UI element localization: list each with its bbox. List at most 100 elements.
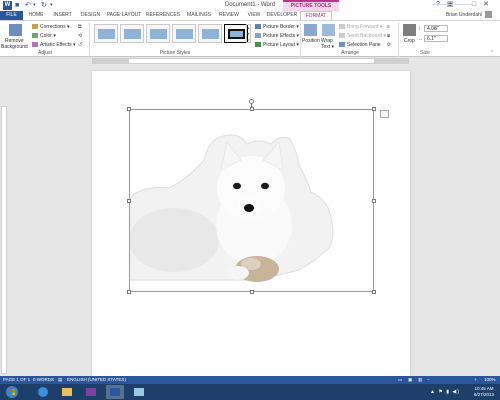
rotate-handle[interactable] (249, 99, 254, 104)
shape-height-field[interactable]: 4.08" (424, 25, 448, 32)
color-button[interactable]: Color ▾ (32, 33, 56, 39)
file-explorer-icon[interactable] (58, 385, 76, 399)
artistic-effects-icon (32, 42, 38, 48)
rotate-icon[interactable]: ⟳ (387, 42, 391, 48)
collapse-ribbon-icon[interactable]: ⌃ (490, 50, 494, 56)
resize-handle[interactable] (127, 199, 131, 203)
compress-pictures-icon[interactable]: ⧉ (78, 24, 82, 30)
user-account[interactable]: Brian Underdahl (446, 11, 492, 20)
zoom-in-icon[interactable]: + (474, 376, 477, 384)
page-count[interactable]: PAGE 1 OF 1 (3, 376, 30, 384)
maximize-button[interactable]: □ (468, 0, 480, 10)
resize-handle[interactable] (250, 107, 254, 111)
start-button[interactable] (3, 385, 21, 399)
picture-selection-frame (127, 107, 376, 294)
zoom-out-icon[interactable]: – (427, 376, 430, 384)
align-icon[interactable]: ≡ (387, 24, 390, 30)
system-tray-icons[interactable]: ▲ ⚑ ▮ ◀) (430, 389, 460, 395)
wrap-text-icon (322, 24, 335, 36)
tab-design[interactable]: DESIGN (77, 11, 104, 20)
divider (398, 23, 399, 57)
tab-view[interactable]: VIEW (243, 11, 265, 20)
styles-gallery-scroll[interactable]: ▴ ▾ ▿ (246, 24, 251, 43)
bring-forward-button[interactable]: Bring Forward ▾ (339, 24, 382, 30)
resize-handle[interactable] (372, 290, 376, 294)
remove-background-button[interactable]: Remove Background (1, 38, 28, 50)
picture-style-thumbnail[interactable] (224, 24, 248, 43)
tab-review[interactable]: REVIEW (216, 11, 242, 20)
crop-icon (403, 24, 416, 36)
arrange-group-label: Arrange (341, 50, 359, 56)
read-mode-icon[interactable]: ▭ (398, 376, 402, 384)
tab-insert[interactable]: INSERT (49, 11, 76, 20)
picture-style-thumbnail[interactable] (146, 24, 170, 43)
word-taskbar-icon[interactable] (106, 385, 124, 399)
resize-handle[interactable] (372, 107, 376, 111)
picture-tools-label: PICTURE TOOLS (283, 0, 339, 11)
shape-width-field[interactable]: 6.1" (424, 35, 448, 42)
tab-home[interactable]: HOME (24, 11, 48, 20)
picture-effects-button[interactable]: Picture Effects ▾ (255, 33, 299, 39)
bring-forward-label: Bring Forward ▾ (347, 24, 383, 30)
document-title: Document1 - Word (224, 2, 276, 8)
resize-handle[interactable] (127, 290, 131, 294)
picture-style-thumbnail[interactable] (94, 24, 118, 43)
vertical-ruler[interactable] (0, 66, 8, 374)
artistic-effects-button[interactable]: Artistic Effects ▾ (32, 42, 75, 48)
picture-border-button[interactable]: Picture Border ▾ (255, 24, 299, 30)
send-backward-button[interactable]: Send Backward ▾ (339, 33, 386, 39)
selection-pane-button[interactable]: Selection Pane (339, 42, 381, 48)
picture-border-icon (255, 24, 261, 30)
tab-references[interactable]: REFERENCES (144, 11, 182, 20)
word-count[interactable]: 0 WORDS (33, 376, 54, 384)
corrections-icon (32, 24, 38, 30)
minimize-button[interactable]: – (456, 0, 468, 10)
close-button[interactable]: ✕ (480, 0, 492, 10)
picture-style-thumbnail[interactable] (198, 24, 222, 43)
ribbon-tabs: FILE HOME INSERT DESIGN PAGE LAYOUT REFE… (0, 11, 500, 20)
tab-developer[interactable]: DEVELOPER (266, 11, 298, 20)
onenote-icon[interactable] (82, 385, 100, 399)
send-backward-label: Send Backward ▾ (347, 33, 386, 39)
position-button[interactable]: Position (302, 38, 320, 44)
picture-style-thumbnail[interactable] (172, 24, 196, 43)
picture-style-thumbnail[interactable] (120, 24, 144, 43)
corrections-button[interactable]: Corrections ▾ (32, 24, 69, 30)
tab-format[interactable]: FORMAT (300, 11, 332, 20)
group-icon[interactable]: ⧈ (387, 33, 390, 39)
picture-layout-icon (255, 42, 261, 48)
wrap-text-button[interactable]: Wrap Text ▾ (321, 38, 334, 50)
resize-handle[interactable] (127, 107, 131, 111)
help-button[interactable]: ? (432, 0, 444, 10)
language-status[interactable]: ENGLISH (UNITED STATES) (67, 376, 126, 384)
resize-handle[interactable] (372, 199, 376, 203)
web-layout-icon[interactable]: ▥ (418, 376, 422, 384)
zoom-level[interactable]: 100% (484, 376, 496, 384)
crop-button[interactable]: Crop (404, 38, 415, 44)
taskbar: ▲ ⚑ ▮ ◀) 10:45 AM 6/27/2013 (0, 384, 500, 400)
reset-picture-icon[interactable]: ↺ (78, 42, 82, 48)
tab-page-layout[interactable]: PAGE LAYOUT (105, 11, 143, 20)
picture-layout-label: Picture Layout ▾ (263, 42, 299, 48)
horizontal-ruler[interactable] (0, 57, 500, 66)
tab-mailings[interactable]: MAILINGS (183, 11, 215, 20)
ie-icon[interactable] (34, 385, 52, 399)
remove-background-icon (9, 24, 22, 36)
change-picture-icon[interactable]: ⟲ (78, 33, 82, 39)
adjust-group-label: Adjust (38, 50, 52, 56)
print-layout-icon[interactable]: ▣ (408, 376, 412, 384)
height-icon: ↕ (418, 26, 421, 32)
picture-border-label: Picture Border ▾ (263, 24, 299, 30)
proofing-icon[interactable]: ▤ (58, 376, 62, 384)
divider (89, 23, 90, 57)
screenshot-tool-icon[interactable] (130, 385, 148, 399)
clock[interactable]: 10:45 AM 6/27/2013 (474, 386, 494, 398)
picture-layout-button[interactable]: Picture Layout ▾ (255, 42, 299, 48)
bring-forward-icon (339, 24, 345, 30)
resize-handle[interactable] (250, 290, 254, 294)
zoom-slider[interactable] (432, 4, 472, 5)
layout-options-button[interactable] (380, 110, 389, 118)
tab-file[interactable]: FILE (0, 11, 23, 20)
zoom-slider-thumb[interactable] (453, 2, 455, 7)
selection-pane-label: Selection Pane (347, 42, 381, 48)
